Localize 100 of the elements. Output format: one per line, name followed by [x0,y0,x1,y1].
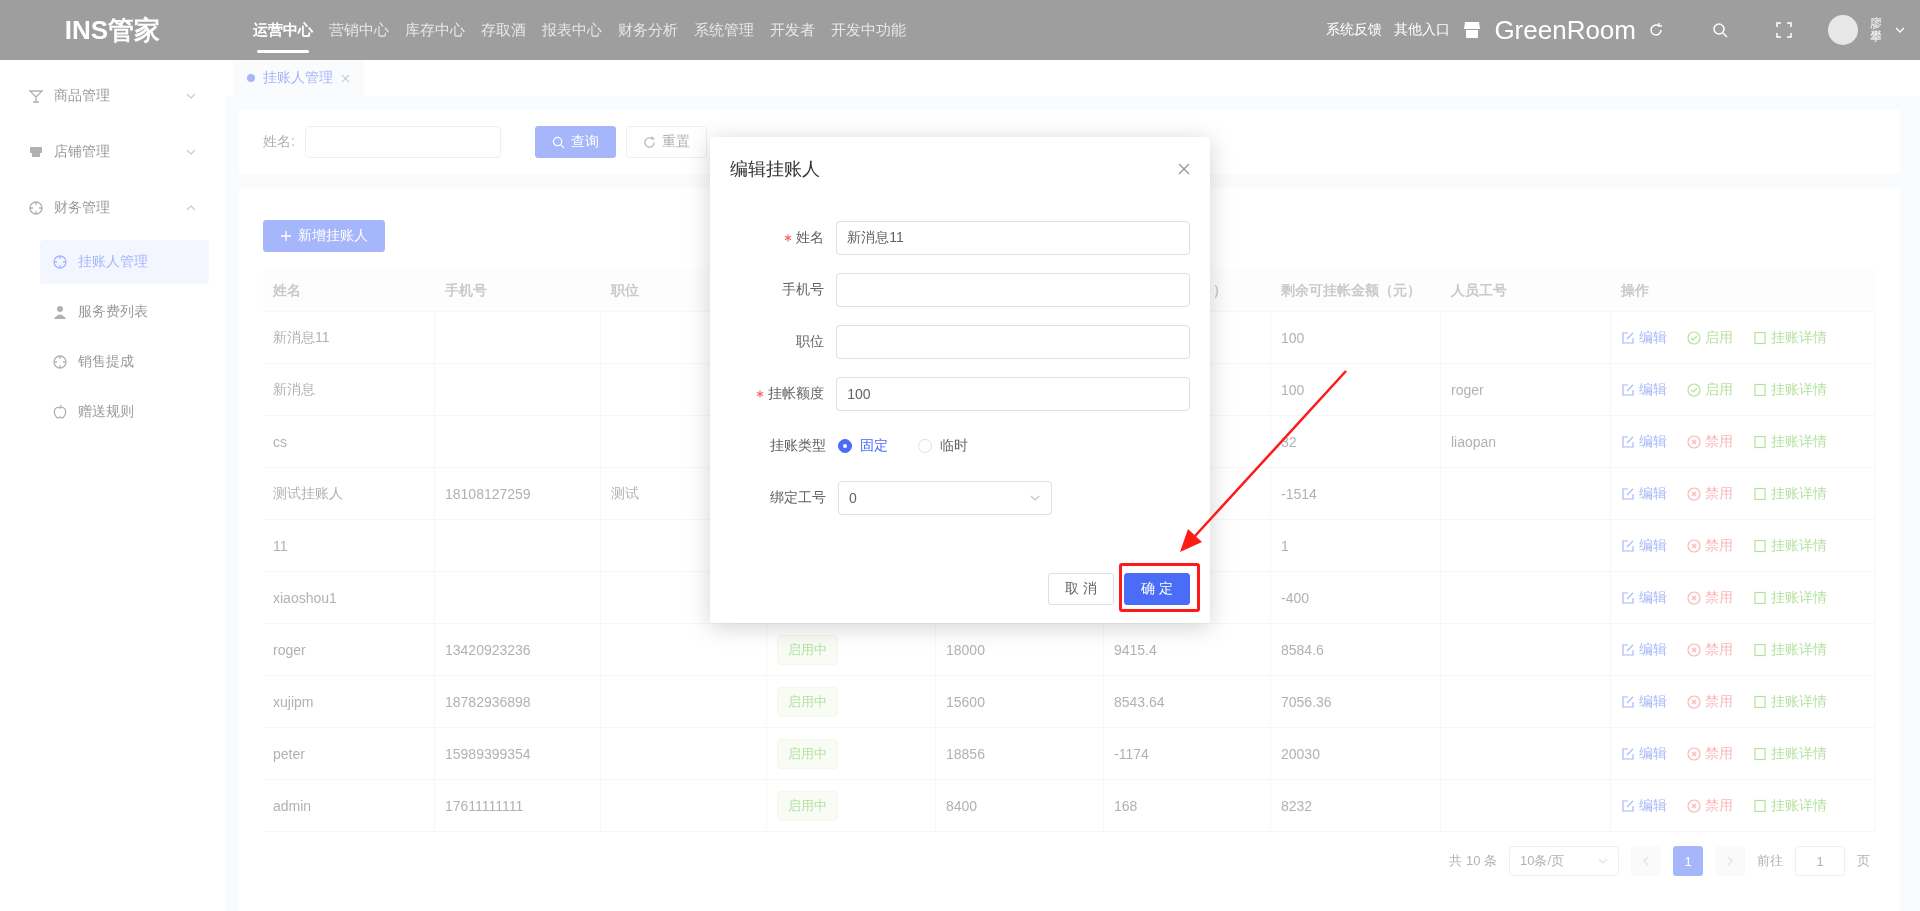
select-field[interactable]: 0 [838,481,1052,515]
radio-button[interactable] [838,439,852,453]
edit-link[interactable]: 编辑 [1621,692,1667,711]
nav-tab[interactable]: 开发中功能 [823,0,914,60]
add-button[interactable]: 新增挂账人 [263,220,385,252]
page-tab[interactable]: 挂账人管理 [233,60,364,96]
input-field[interactable]: 新消息11 [836,221,1190,255]
detail-link[interactable]: 挂账详情 [1753,328,1827,347]
required-icon [784,234,793,242]
edit-link[interactable]: 编辑 [1621,640,1667,659]
disable-link[interactable]: 禁用 [1687,640,1733,659]
disable-link[interactable]: 禁用 [1687,744,1733,763]
table-cell: xiaoshou1 [263,572,435,624]
sidebar-item[interactable]: 店铺管理 [0,124,225,180]
disable-link[interactable]: 禁用 [1687,588,1733,607]
chevron-right-icon [1725,856,1735,866]
edit-link[interactable]: 编辑 [1621,744,1667,763]
radio-option[interactable]: 固定 [838,437,888,455]
search-icon[interactable] [1712,22,1728,38]
edit-link[interactable]: 编辑 [1621,432,1667,451]
fullscreen-icon[interactable] [1776,22,1792,38]
radio-label[interactable]: 临时 [940,437,968,455]
plus-icon [280,230,292,242]
header-link[interactable]: 系统反馈 [1326,21,1383,39]
table-cell: 17611111111 [435,780,601,832]
nav-tab[interactable]: 营销中心 [321,0,397,60]
detail-link[interactable]: 挂账详情 [1753,640,1827,659]
document-icon [1753,434,1767,449]
edit-link[interactable]: 编辑 [1621,484,1667,503]
cancel-button[interactable]: 取 消 [1048,573,1115,605]
goto-page-field[interactable]: 1 [1795,846,1845,876]
table-cell: cs [263,416,435,468]
close-icon[interactable] [1178,163,1190,175]
search-button[interactable]: 查询 [534,126,616,158]
disable-link[interactable]: 禁用 [1687,796,1733,815]
close-icon[interactable] [341,73,350,83]
prev-page-button[interactable] [1631,846,1661,876]
input-field[interactable] [836,273,1190,307]
x-circle-icon [1687,486,1701,501]
disable-link[interactable]: 禁用 [1687,432,1733,451]
next-page-button[interactable] [1715,846,1745,876]
reset-button[interactable]: 重置 [625,126,707,158]
edit-link[interactable]: 编辑 [1621,380,1667,399]
nav-tab[interactable]: 系统管理 [686,0,762,60]
table-cell: roger [1441,364,1611,416]
user-name[interactable]: 廖攀 [1870,16,1882,44]
sidebar-subitem[interactable]: 挂账人管理 [40,240,209,284]
sidebar-subitem[interactable]: 赠送规则 [40,390,209,434]
detail-link[interactable]: 挂账详情 [1753,536,1827,555]
input-field[interactable]: 100 [836,377,1190,411]
nav-tab[interactable]: 运营中心 [245,0,321,60]
x-circle-icon [1687,642,1701,657]
disable-link[interactable]: 禁用 [1687,536,1733,555]
field-label: 挂帐额度 [768,385,825,403]
document-icon [1753,642,1767,657]
crosshair-icon [52,354,68,370]
edit-link[interactable]: 编辑 [1621,536,1667,555]
confirm-button[interactable]: 确 定 [1124,573,1190,605]
radio-label[interactable]: 固定 [860,437,888,455]
table-cell: 18856 [936,728,1104,780]
search-icon [551,135,565,149]
x-circle-icon [1687,746,1701,761]
avatar[interactable] [1828,15,1858,45]
nav-tab[interactable]: 报表中心 [534,0,610,60]
table-cell: 11 [263,520,435,572]
enable-link[interactable]: 启用 [1687,328,1733,347]
edit-link[interactable]: 编辑 [1621,796,1667,815]
header-link[interactable]: 其他入口 [1394,21,1451,39]
table-cell: liaopan [1441,416,1611,468]
nav-tab[interactable]: 开发者 [762,0,823,60]
detail-link[interactable]: 挂账详情 [1753,588,1827,607]
detail-link[interactable]: 挂账详情 [1753,380,1827,399]
sidebar-subitem[interactable]: 销售提成 [40,340,209,384]
nav-tab[interactable]: 财务分析 [610,0,686,60]
table-cell: 100 [1271,312,1441,364]
edit-link[interactable]: 编辑 [1621,328,1667,347]
refresh-icon[interactable] [1648,22,1664,38]
detail-link[interactable]: 挂账详情 [1753,744,1827,763]
detail-link[interactable]: 挂账详情 [1753,484,1827,503]
nav-tab[interactable]: 存取酒 [473,0,534,60]
edit-icon [1621,694,1635,709]
detail-link[interactable]: 挂账详情 [1753,796,1827,815]
document-icon [1753,694,1767,709]
enable-link[interactable]: 启用 [1687,380,1733,399]
page-size-select[interactable]: 10条/页 [1509,846,1619,876]
detail-link[interactable]: 挂账详情 [1753,692,1827,711]
input-field[interactable] [836,325,1190,359]
sidebar-subitem[interactable]: 服务费列表 [40,290,209,334]
disable-link[interactable]: 禁用 [1687,692,1733,711]
disable-link[interactable]: 禁用 [1687,484,1733,503]
edit-icon [1621,382,1635,397]
edit-icon [1621,434,1635,449]
sidebar-item[interactable]: 商品管理 [0,68,225,124]
nav-tab[interactable]: 库存中心 [397,0,473,60]
radio-option[interactable]: 临时 [918,437,968,455]
sidebar-item[interactable]: 财务管理 [0,180,225,236]
edit-link[interactable]: 编辑 [1621,588,1667,607]
page-number[interactable]: 1 [1673,846,1703,876]
table-cell: xujipm [263,676,435,728]
detail-link[interactable]: 挂账详情 [1753,432,1827,451]
